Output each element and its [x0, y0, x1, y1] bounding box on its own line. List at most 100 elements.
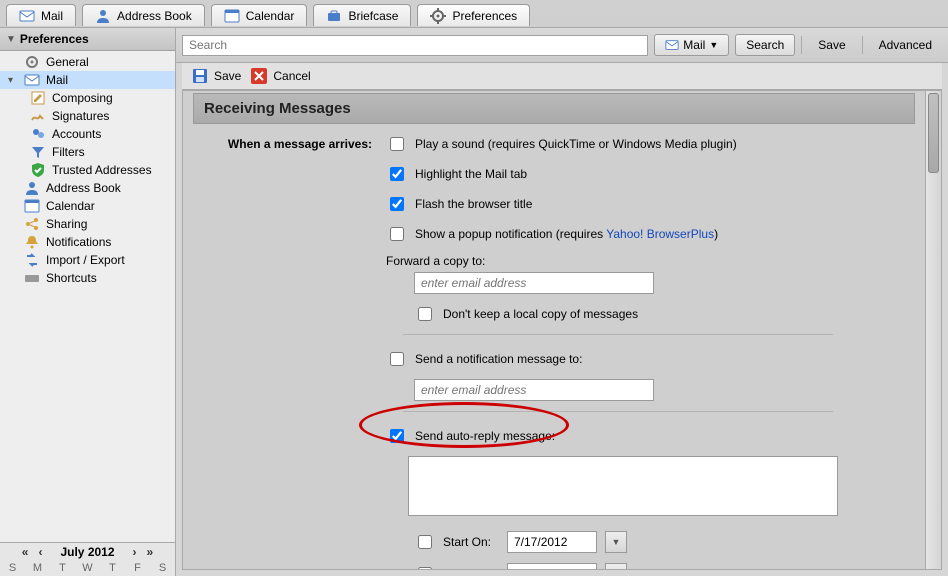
search-button[interactable]: Search — [735, 34, 795, 56]
search-input[interactable] — [182, 35, 648, 56]
section-header: Receiving Messages — [193, 93, 915, 124]
mini-calendar: « ‹ July 2012 › » S M T W T F S — [0, 542, 175, 576]
forward-copy-label: Forward a copy to: — [386, 254, 485, 268]
end-date-input[interactable] — [507, 563, 597, 569]
search-scope-menu[interactable]: Mail ▼ — [654, 34, 729, 56]
section-body: When a message arrives: Play a sound (re… — [193, 124, 915, 569]
tab-preferences[interactable]: Preferences — [417, 4, 530, 26]
tree-label: Import / Export — [46, 253, 125, 267]
tab-calendar-label: Calendar — [246, 9, 295, 23]
tree-label: Signatures — [52, 109, 109, 123]
start-date-picker[interactable]: ▼ — [605, 531, 627, 553]
calendar-icon — [224, 8, 240, 24]
advanced-search-label: Advanced — [879, 38, 932, 52]
tree-importexport[interactable]: Import / Export — [0, 251, 175, 269]
expand-icon[interactable]: ▾ — [8, 75, 18, 86]
dow: T — [56, 562, 70, 574]
tree-notifications[interactable]: Notifications — [0, 233, 175, 251]
search-button-label: Search — [746, 38, 784, 52]
tree-mail[interactable]: ▾ Mail — [0, 71, 175, 89]
separator — [862, 36, 863, 54]
gear-icon — [430, 8, 446, 24]
autoreply-label: Send auto-reply message: — [415, 429, 555, 443]
floppy-icon — [192, 68, 208, 84]
autoreply-textarea[interactable] — [408, 456, 838, 516]
cancel-icon — [251, 68, 267, 84]
cal-next-month[interactable]: › — [131, 545, 139, 559]
save-label: Save — [214, 69, 241, 83]
popup-label: Show a popup notification (requires Yaho… — [415, 227, 718, 241]
browserplus-link[interactable]: Yahoo! BrowserPlus — [606, 227, 714, 241]
cancel-button[interactable]: Cancel — [251, 68, 310, 84]
notify-email-input[interactable] — [414, 379, 654, 401]
mail-icon — [24, 72, 40, 88]
start-on-label: Start On: — [443, 535, 499, 549]
vertical-scrollbar[interactable] — [925, 91, 941, 569]
tab-mail-label: Mail — [41, 9, 63, 23]
end-on-checkbox[interactable] — [418, 567, 432, 569]
tree-label: Calendar — [46, 199, 95, 213]
tree-label: Address Book — [46, 181, 121, 195]
highlight-tab-checkbox[interactable] — [390, 167, 404, 181]
tree-label: Composing — [52, 91, 113, 105]
tree-addressbook[interactable]: Address Book — [0, 179, 175, 197]
save-search-label: Save — [818, 38, 845, 52]
tree-general[interactable]: General — [0, 53, 175, 71]
no-local-label: Don't keep a local copy of messages — [443, 307, 638, 321]
save-button[interactable]: Save — [192, 68, 241, 84]
flash-title-label: Flash the browser title — [415, 197, 532, 211]
signature-icon — [30, 108, 46, 124]
tab-mail[interactable]: Mail — [6, 4, 76, 26]
content-area: Receiving Messages When a message arrive… — [182, 90, 942, 570]
forward-email-input[interactable] — [414, 272, 654, 294]
save-search-button[interactable]: Save — [808, 34, 855, 56]
compose-icon — [30, 90, 46, 106]
tree-trusted[interactable]: Trusted Addresses — [0, 161, 175, 179]
tree-sharing[interactable]: Sharing — [0, 215, 175, 233]
popup-text-pre: Show a popup notification (requires — [415, 227, 606, 241]
bell-icon — [24, 234, 40, 250]
filter-icon — [30, 144, 46, 160]
advanced-search-button[interactable]: Advanced — [869, 34, 942, 56]
popup-checkbox[interactable] — [390, 227, 404, 241]
tab-briefcase[interactable]: Briefcase — [313, 4, 411, 26]
cal-prev-year[interactable]: « — [20, 545, 31, 559]
tree-calendar[interactable]: Calendar — [0, 197, 175, 215]
tree-accounts[interactable]: Accounts — [0, 125, 175, 143]
play-sound-checkbox[interactable] — [390, 137, 404, 151]
tab-preferences-label: Preferences — [452, 9, 517, 23]
app-tabs: Mail Address Book Calendar Briefcase Pre… — [0, 0, 948, 28]
chevron-down-icon: ▼ — [612, 537, 621, 547]
cal-next-year[interactable]: » — [145, 545, 156, 559]
tree-label: Notifications — [46, 235, 111, 249]
mail-icon — [665, 38, 679, 52]
sidebar-header[interactable]: ▼ Preferences — [0, 28, 175, 51]
cal-prev-month[interactable]: ‹ — [36, 545, 44, 559]
tab-calendar[interactable]: Calendar — [211, 4, 308, 26]
scrollbar-thumb[interactable] — [928, 93, 939, 173]
tree-label: General — [46, 55, 89, 69]
start-on-checkbox[interactable] — [418, 535, 432, 549]
tree-label: Mail — [46, 73, 68, 87]
tree-signatures[interactable]: Signatures — [0, 107, 175, 125]
tab-addressbook[interactable]: Address Book — [82, 4, 205, 26]
tree-shortcuts[interactable]: Shortcuts — [0, 269, 175, 287]
start-date-input[interactable] — [507, 531, 597, 553]
preferences-tree: General ▾ Mail Composing Signatures Acco… — [0, 51, 175, 542]
sidebar-title: Preferences — [20, 32, 89, 46]
no-local-checkbox[interactable] — [418, 307, 432, 321]
flash-title-checkbox[interactable] — [390, 197, 404, 211]
tree-composing[interactable]: Composing — [0, 89, 175, 107]
tab-briefcase-label: Briefcase — [348, 9, 398, 23]
cancel-label: Cancel — [273, 69, 310, 83]
end-date-picker[interactable]: ▼ — [605, 563, 627, 569]
tree-label: Trusted Addresses — [52, 163, 152, 177]
dow: T — [106, 562, 120, 574]
cal-dow-row: S M T W T F S — [0, 561, 175, 576]
chevron-down-icon: ▼ — [709, 40, 718, 50]
notify-checkbox[interactable] — [390, 352, 404, 366]
tree-filters[interactable]: Filters — [0, 143, 175, 161]
autoreply-checkbox[interactable] — [390, 429, 404, 443]
dow: S — [6, 562, 20, 574]
gear-icon — [24, 54, 40, 70]
